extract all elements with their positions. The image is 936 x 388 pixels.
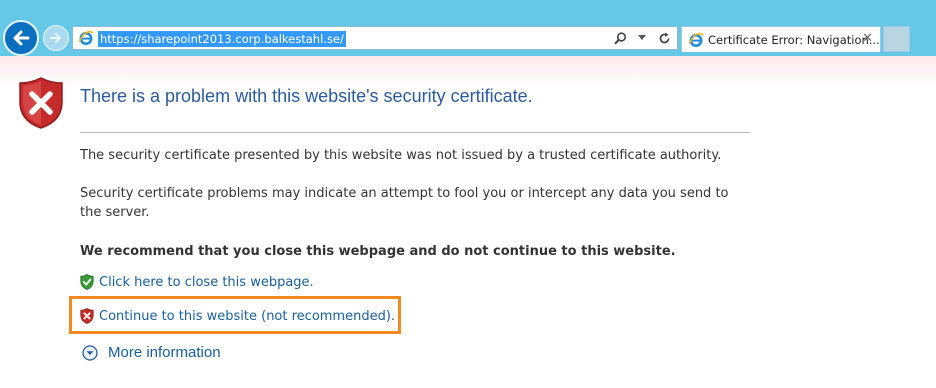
close-webpage-link[interactable]: Click here to close this webpage. [80,274,314,290]
address-bar[interactable]: https://sharepoint2013.corp.balkestahl.s… [72,26,678,50]
back-button[interactable] [3,20,39,56]
tab-certificate-error[interactable]: Certificate Error: Navigation... ✕ [681,26,881,52]
red-shield-icon [80,308,94,324]
divider [80,132,750,133]
ie-logo-icon [78,30,94,45]
continue-link[interactable]: Continue to this website (not recommende… [80,308,395,324]
more-information-text[interactable]: More information [108,344,221,361]
dropdown-icon [638,35,646,40]
recommendation: We recommend that you close this webpage… [80,244,676,259]
continue-text[interactable]: Continue to this website (not recommende… [99,309,395,324]
forward-button[interactable] [43,25,69,51]
error-shield-icon [19,77,63,129]
url-text[interactable]: https://sharepoint2013.corp.balkestahl.s… [98,31,346,47]
forward-icon [50,33,61,43]
search-button[interactable] [613,30,627,46]
page-headline: There is a problem with this website's s… [80,86,533,106]
address-tools [613,30,671,46]
search-icon [613,31,626,44]
certificate-error-page: There is a problem with this website's s… [0,56,936,388]
chevron-down-icon [82,344,98,361]
cert-explanation: The security certificate presented by th… [80,148,722,163]
refresh-button[interactable] [657,30,671,46]
tab-close-button[interactable]: ✕ [862,31,873,46]
back-icon [13,30,30,46]
tab-title: Certificate Error: Navigation... [708,33,880,47]
ie-logo-icon [688,32,704,47]
close-webpage-text[interactable]: Click here to close this webpage. [99,275,314,290]
dropdown-button[interactable] [635,30,649,46]
new-tab-button[interactable] [883,26,910,52]
green-shield-icon [80,274,94,290]
more-information-toggle[interactable]: More information [82,344,221,361]
refresh-icon [659,32,669,43]
browser-toolbar: https://sharepoint2013.corp.balkestahl.s… [0,0,936,56]
cert-warning: Security certificate problems may indica… [80,186,729,220]
